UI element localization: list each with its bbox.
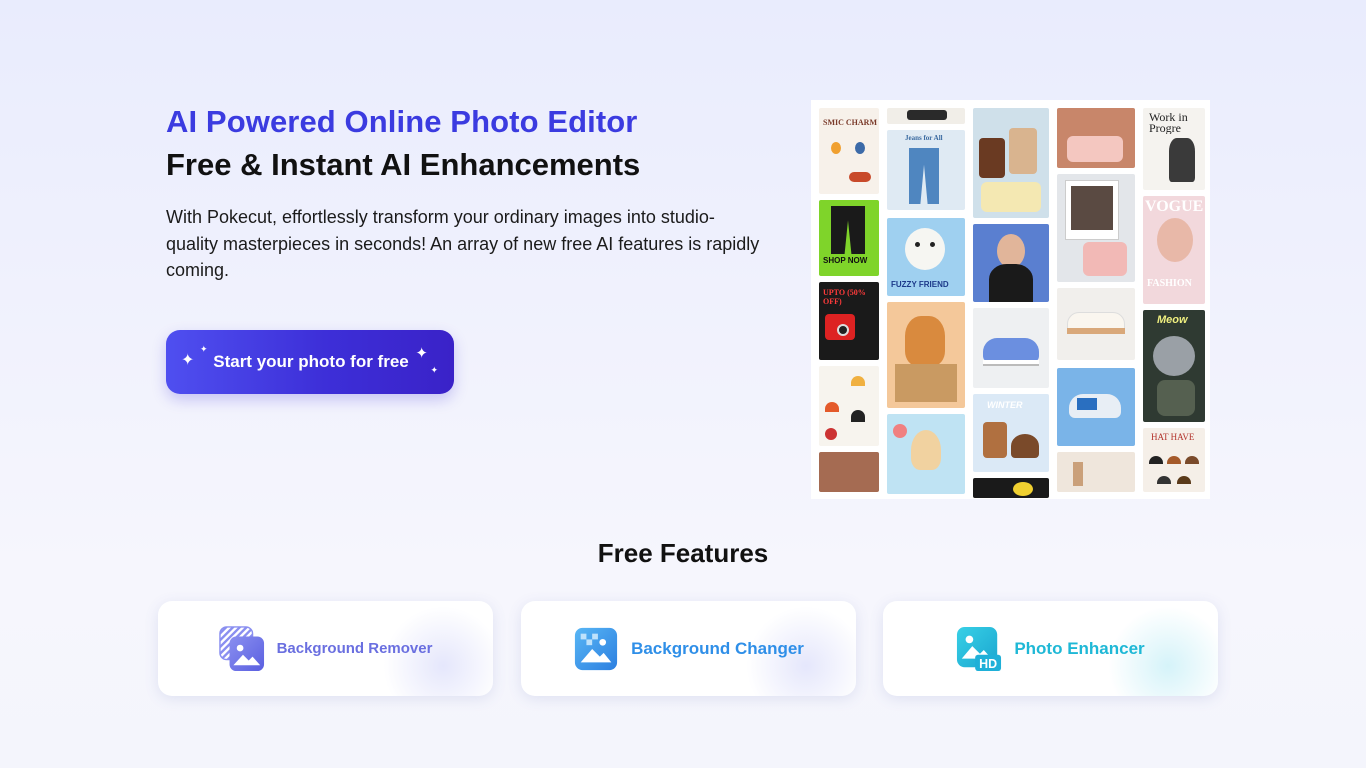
tile-text: Jeans for All (905, 134, 943, 142)
collage-tile-sale: UPTO (50% OFF) (819, 282, 879, 360)
collage-tile-shoes-top (887, 108, 965, 124)
collage-tile-portrait (973, 224, 1049, 302)
start-photo-button[interactable]: ✦ ✦ Start your photo for free ✦ ✦ (166, 330, 454, 394)
collage-tile-meow: Meow (1143, 310, 1205, 422)
collage-tile-shop-now: SHOP NOW (819, 200, 879, 276)
tile-text: FASHION (1147, 278, 1192, 289)
tile-text: SHOP NOW (823, 256, 868, 265)
collage-tile-white-shoe (1057, 288, 1135, 360)
features-heading: Free Features (597, 538, 769, 568)
photo-enhancer-icon: HD (957, 626, 1002, 671)
background-changer-card[interactable]: Background Changer (521, 601, 856, 696)
sparkle-icon: ✦ (200, 344, 208, 354)
collage-tile-perfume (1057, 452, 1135, 492)
collage-tile-fuzzy-friend: FUZZY FRIEND (887, 218, 965, 296)
background-remover-card[interactable]: Background Remover (158, 601, 493, 696)
collage-tile-blue-sneaker (1057, 368, 1135, 446)
hero-description: With Pokecut, effortlessly transform you… (166, 207, 760, 280)
background-remover-label: Background Remover (276, 640, 433, 657)
collage-tile-drinks (973, 108, 1049, 218)
hero-title: AI Powered Online Photo Editor (166, 104, 638, 139)
collage-tile-polaroid (1057, 174, 1135, 282)
tile-text: FUZZY FRIEND (891, 280, 949, 289)
tile-text: UPTO (50% OFF) (823, 288, 866, 306)
collage-tile-work-in-progress: Work in Progre (1143, 108, 1205, 190)
collage-tile-cosmic-charms: SMIC CHARMS (819, 108, 879, 194)
collage-tile-vogue: VOGUE FASHION (1143, 196, 1205, 304)
tile-text: Work in Progre (1149, 112, 1188, 134)
hero-subtitle: Free & Instant AI Enhancements (166, 147, 641, 182)
background-remover-icon (218, 625, 264, 671)
sparkle-icon: ✦ (415, 345, 428, 362)
collage-tile-hats: HAT HAVE (1143, 428, 1205, 492)
background-changer-icon (574, 627, 618, 670)
tile-text: Meow (1157, 314, 1188, 326)
tile-text: SMIC CHARMS (823, 118, 877, 127)
tile-text: WINTER (987, 400, 1023, 410)
collage-tile-cake (1057, 108, 1135, 168)
example-collage: SMIC CHARMS SHOP NOW UPTO (50% OFF) Jean… (811, 100, 1210, 499)
sparkle-icon: ✦ (181, 352, 195, 369)
sparkle-icon: ✦ (430, 365, 438, 375)
start-photo-button-label: Start your photo for free (213, 352, 409, 371)
svg-text:HD: HD (979, 657, 997, 671)
collage-tile-yellow (973, 478, 1049, 498)
collage-tile-cat-box (887, 302, 965, 408)
tile-text: VOGUE (1145, 198, 1203, 215)
collage-tile-sneaker (973, 308, 1049, 388)
photo-enhancer-card[interactable]: HD Photo Enhancer (883, 601, 1218, 696)
hero-text: AI Powered Online Photo Editor Free & In… (166, 104, 766, 284)
photo-enhancer-label: Photo Enhancer (1014, 638, 1145, 658)
collage-tile-beach (887, 414, 965, 494)
collage-tile-lamps (819, 366, 879, 446)
collage-tile-jeans: Jeans for All (887, 130, 965, 210)
collage-tile-winter: WINTER (973, 394, 1049, 472)
tile-text: HAT HAVE (1151, 432, 1195, 442)
background-changer-label: Background Changer (631, 638, 804, 658)
collage-tile-brown (819, 452, 879, 492)
